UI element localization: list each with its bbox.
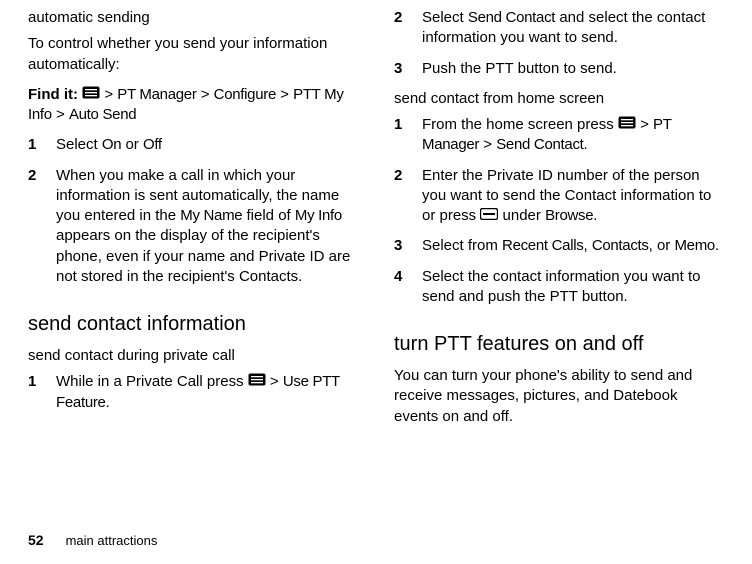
option-browse: Browse bbox=[545, 207, 593, 224]
field-my-info: My Info bbox=[295, 207, 342, 224]
step-number: 1 bbox=[394, 115, 422, 166]
step-text: Select the contact information you want … bbox=[422, 267, 724, 318]
option-recent-calls: Recent Calls bbox=[502, 237, 583, 254]
option-memo: Memo bbox=[674, 237, 714, 254]
field-my-name: My Name bbox=[180, 207, 242, 224]
sep: > bbox=[52, 106, 69, 123]
path-send-contact: Send Contact. bbox=[496, 136, 587, 153]
path-configure: Configure bbox=[214, 86, 276, 103]
step-number: 3 bbox=[394, 236, 422, 266]
step-text: Select from Recent Calls, Contacts, or M… bbox=[422, 236, 724, 266]
find-it-line: Find it: > PT Manager > Configure > PTT … bbox=[28, 85, 358, 126]
step-text: From the home screen press > PT Manager … bbox=[422, 115, 724, 166]
path-auto-send: Auto Send bbox=[69, 106, 136, 123]
option-send-contact: Send Contact bbox=[468, 9, 555, 26]
sep: > bbox=[197, 86, 214, 103]
page-number: 52 bbox=[28, 532, 44, 548]
step-number: 2 bbox=[394, 8, 422, 59]
step-number: 2 bbox=[394, 166, 422, 237]
heading-turn-ptt-features: turn PTT features on and off bbox=[394, 331, 724, 358]
page-footer: 52 main attractions bbox=[28, 531, 157, 550]
sep: > bbox=[100, 86, 117, 103]
sep: > bbox=[636, 116, 653, 133]
step-text: Push the PTT button to send. bbox=[422, 59, 724, 89]
auto-intro-text: To control whether you send your informa… bbox=[28, 34, 358, 75]
step-number: 3 bbox=[394, 59, 422, 89]
step-number: 1 bbox=[28, 372, 56, 423]
heading-automatic-sending: automatic sending bbox=[28, 8, 358, 28]
private-call-steps: 1 While in a Private Call press > Use PT… bbox=[28, 372, 358, 423]
right-column: 2 Select Send Contact and select the con… bbox=[394, 8, 724, 437]
step-number: 1 bbox=[28, 135, 56, 165]
sep: > bbox=[266, 373, 283, 390]
heading-send-from-home: send contact from home screen bbox=[394, 89, 724, 109]
sep: > bbox=[479, 136, 496, 153]
turn-ptt-text: You can turn your phone's ability to sen… bbox=[394, 366, 724, 427]
step-text: Select On or Off bbox=[56, 135, 358, 165]
heading-send-during-call: send contact during private call bbox=[28, 346, 358, 366]
step-text: Select Send Contact and select the conta… bbox=[422, 8, 724, 59]
step-number: 2 bbox=[28, 166, 56, 298]
option-off: Off bbox=[143, 136, 162, 153]
path-pt-manager: PT Manager bbox=[117, 86, 196, 103]
home-screen-steps: 1 From the home screen press > PT Manage… bbox=[394, 115, 724, 317]
sep: > bbox=[276, 86, 293, 103]
softkey-icon bbox=[480, 206, 498, 226]
auto-send-steps: 1 Select On or Off 2 When you make a cal… bbox=[28, 135, 358, 297]
footer-title: main attractions bbox=[66, 533, 158, 548]
step-text: Enter the Private ID number of the perso… bbox=[422, 166, 724, 237]
private-call-steps-cont: 2 Select Send Contact and select the con… bbox=[394, 8, 724, 89]
menu-icon bbox=[248, 372, 266, 392]
menu-icon bbox=[82, 85, 100, 105]
step-number: 4 bbox=[394, 267, 422, 318]
step-text: While in a Private Call press > Use PTT … bbox=[56, 372, 358, 423]
step-text: When you make a call in which your infor… bbox=[56, 166, 358, 298]
option-contacts: Contacts bbox=[592, 237, 649, 254]
option-on: On bbox=[102, 136, 121, 153]
menu-icon bbox=[618, 115, 636, 135]
left-column: automatic sending To control whether you… bbox=[28, 8, 358, 437]
find-it-label: Find it: bbox=[28, 86, 78, 103]
heading-send-contact-info: send contact information bbox=[28, 311, 358, 338]
